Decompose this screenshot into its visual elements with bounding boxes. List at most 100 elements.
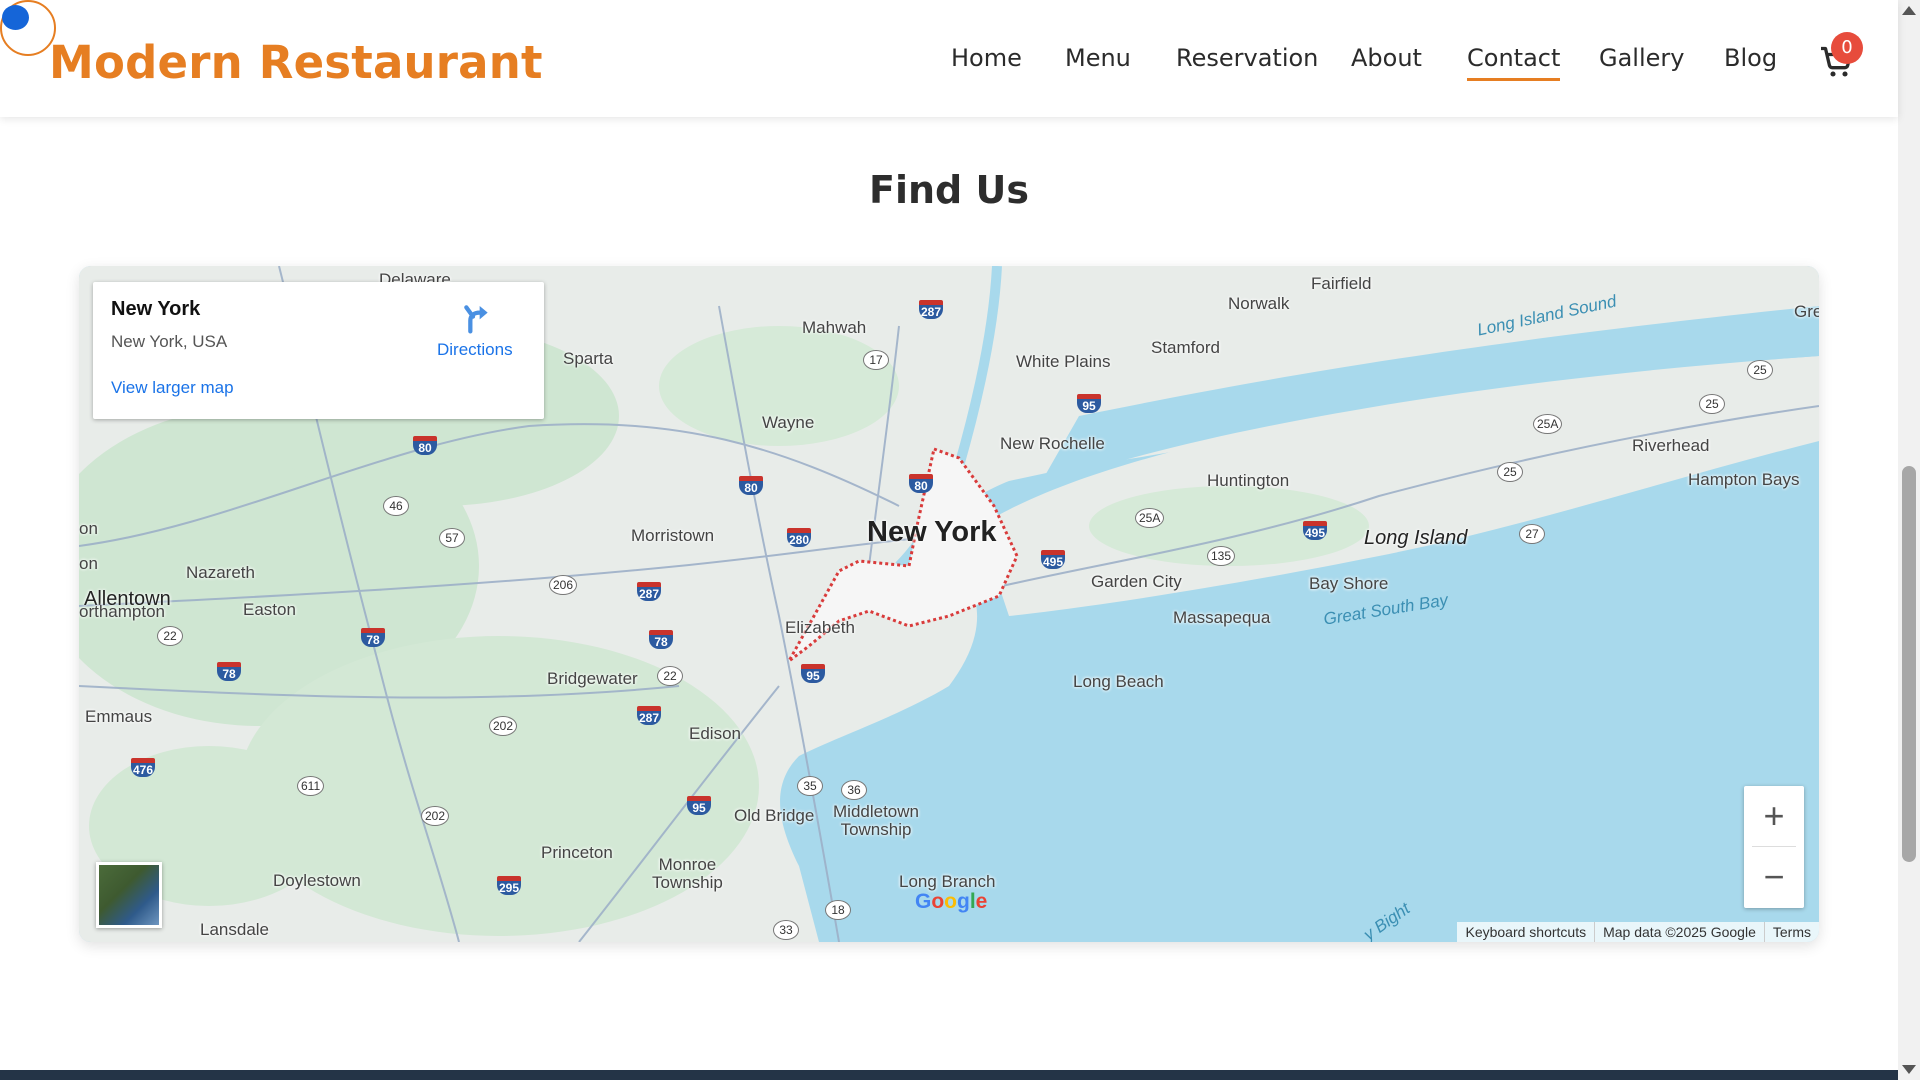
interstate-shield: 295	[497, 876, 521, 895]
route-marker: 22	[657, 666, 683, 686]
map-label-middletown: Middletown Township	[833, 802, 919, 839]
map-attribution-bar: Keyboard shortcuts Map data ©2025 Google…	[1457, 922, 1819, 942]
interstate-shield: 80	[413, 436, 437, 455]
map-label-nazareth: Nazareth	[186, 563, 255, 582]
google-logo: Google	[915, 890, 988, 913]
zoom-in-button[interactable]: +	[1744, 786, 1804, 846]
interstate-shield: 78	[217, 662, 241, 681]
map-label-bridgewater: Bridgewater	[547, 669, 638, 688]
route-marker: 25	[1747, 360, 1773, 380]
map-label-riverhead: Riverhead	[1632, 436, 1710, 455]
route-marker: 17	[863, 350, 889, 370]
nav-home[interactable]: Home	[951, 44, 1022, 72]
interstate-shield: 80	[909, 474, 933, 493]
footer-top-edge	[0, 1070, 1898, 1080]
keyboard-shortcuts-link[interactable]: Keyboard shortcuts	[1457, 922, 1594, 942]
map-label-edge-gre: Gre	[1794, 302, 1819, 321]
page-scrollbar[interactable]	[1898, 0, 1920, 1080]
interstate-shield: 78	[361, 628, 385, 647]
route-marker: 35	[797, 776, 823, 796]
map-label-garden-city: Garden City	[1091, 572, 1182, 591]
map-data-credit: Map data ©2025 Google	[1594, 922, 1764, 942]
map-label-white-plains: White Plains	[1016, 352, 1111, 371]
nav-about[interactable]: About	[1351, 44, 1422, 72]
site-logo[interactable]: Modern Restaurant	[49, 36, 543, 89]
interstate-shield: 287	[919, 300, 943, 319]
nav-reservation[interactable]: Reservation	[1176, 44, 1318, 72]
route-marker: 611	[297, 776, 325, 796]
map-label-morristown: Morristown	[631, 526, 715, 545]
map-label-stamford: Stamford	[1151, 338, 1220, 357]
map-label-sparta: Sparta	[563, 349, 614, 368]
interstate-shield: 476	[131, 758, 155, 777]
nav-gallery[interactable]: Gallery	[1599, 44, 1684, 72]
map-label-long-beach: Long Beach	[1073, 672, 1164, 691]
zoom-out-button[interactable]: −	[1744, 847, 1804, 907]
map-label-old-bridge: Old Bridge	[734, 806, 815, 825]
map-label-edge-on-2: on	[79, 554, 98, 573]
site-header: Modern Restaurant Home Menu Reservation …	[0, 0, 1898, 117]
route-marker: 135	[1207, 546, 1236, 566]
route-marker: 25	[1497, 462, 1523, 482]
map-label-doylestown: Doylestown	[273, 871, 361, 890]
interstate-shield: 80	[739, 476, 763, 495]
directions-icon[interactable]	[461, 302, 493, 334]
terms-link[interactable]: Terms	[1763, 922, 1819, 942]
map-label-long-island: Long Island	[1364, 527, 1468, 549]
route-marker: 36	[841, 780, 867, 800]
section-title: Find Us	[869, 168, 1029, 212]
interstate-shield: 95	[687, 796, 711, 815]
map-label-edge-on-1: on	[79, 519, 98, 538]
map-info-card: New York New York, USA View larger map D…	[93, 282, 544, 419]
interstate-shield: 280	[787, 528, 811, 547]
map-label-lansdale: Lansdale	[200, 920, 270, 939]
place-title: New York	[111, 298, 201, 320]
route-marker: 33	[773, 920, 799, 940]
scroll-up-arrow-icon[interactable]	[1902, 6, 1916, 15]
map-label-massapequa: Massapequa	[1173, 608, 1271, 627]
interstate-shield: 95	[801, 664, 825, 683]
interstate-shield: 287	[637, 582, 661, 601]
scroll-down-arrow-icon[interactable]	[1902, 1065, 1916, 1074]
map-label-norwalk: Norwalk	[1228, 294, 1290, 313]
map-label-princeton: Princeton	[541, 843, 613, 862]
directions-link[interactable]: Directions	[437, 340, 513, 360]
google-map-embed[interactable]: New York Allentown Long Island Mahwah Sp…	[79, 266, 1819, 942]
map-label-emmaus: Emmaus	[85, 707, 153, 726]
map-label-hampton-bays: Hampton Bays	[1688, 470, 1800, 489]
route-marker: 27	[1519, 524, 1545, 544]
nav-contact[interactable]: Contact	[1467, 44, 1561, 81]
route-marker: 25	[1699, 394, 1725, 414]
interstate-shield: 495	[1041, 550, 1065, 569]
satellite-layer-toggle[interactable]	[96, 862, 162, 928]
map-label-new-york: New York	[867, 516, 997, 548]
interstate-shield: 95	[1077, 394, 1101, 413]
map-label-mahwah: Mahwah	[802, 318, 867, 337]
cursor-dot	[2, 5, 29, 30]
place-address: New York, USA	[111, 332, 228, 351]
map-label-easton: Easton	[243, 600, 296, 619]
view-larger-map-link[interactable]: View larger map	[111, 378, 234, 398]
route-marker: 206	[549, 575, 578, 595]
map-label-edison: Edison	[689, 724, 741, 743]
route-marker: 18	[825, 900, 851, 920]
nav-menu[interactable]: Menu	[1065, 44, 1131, 72]
route-marker: 202	[489, 716, 518, 736]
map-label-monroe: Monroe Township	[652, 855, 723, 892]
map-label-bay-shore: Bay Shore	[1309, 574, 1389, 593]
map-label-fairfield: Fairfield	[1311, 274, 1372, 293]
route-marker: 22	[157, 626, 183, 646]
route-marker: 202	[421, 806, 450, 826]
scroll-thumb[interactable]	[1902, 466, 1916, 862]
nav-blog[interactable]: Blog	[1724, 44, 1777, 72]
map-label-wayne: Wayne	[762, 413, 815, 432]
cart-count-badge: 0	[1831, 32, 1863, 64]
map-label-new-rochelle: New Rochelle	[1000, 434, 1105, 453]
map-label-huntington: Huntington	[1207, 471, 1290, 490]
map-label-elizabeth: Elizabeth	[785, 618, 855, 637]
interstate-shield: 495	[1303, 521, 1327, 540]
interstate-shield: 78	[649, 630, 673, 649]
route-marker: 46	[383, 496, 409, 516]
route-marker: 57	[439, 528, 465, 548]
zoom-controls: + −	[1744, 786, 1804, 908]
